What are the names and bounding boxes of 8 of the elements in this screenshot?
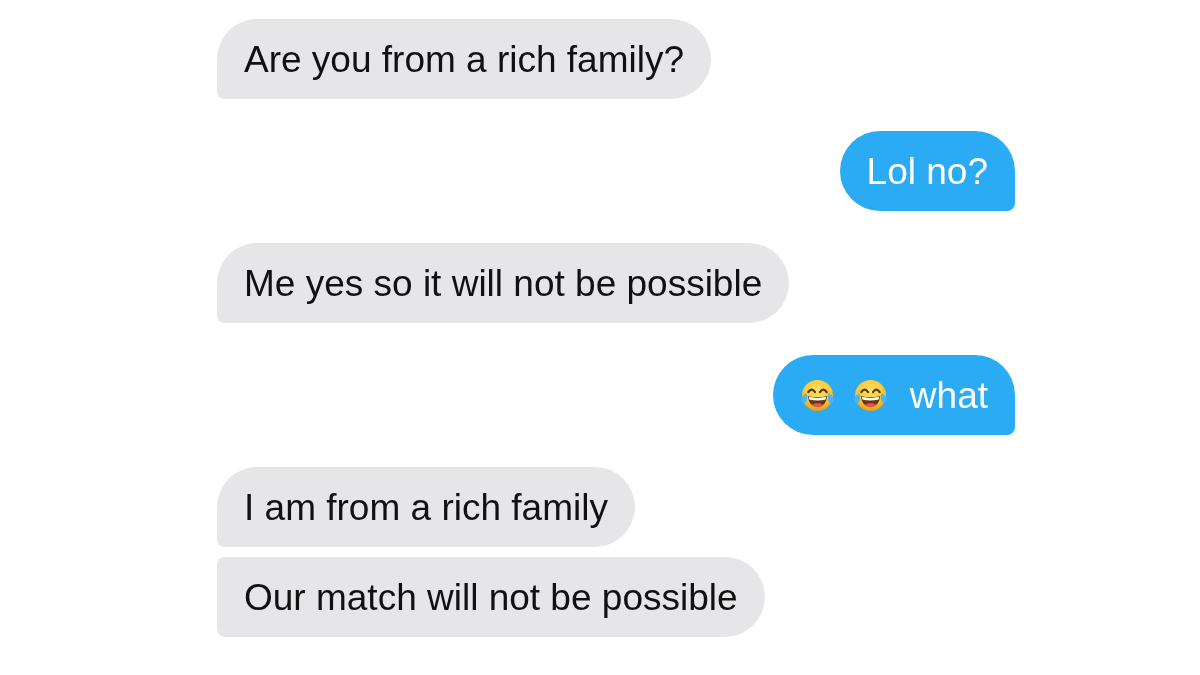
tears-of-joy-emoji-icon <box>852 377 888 413</box>
message-text: I am from a rich family <box>244 488 608 526</box>
message-text: what <box>909 376 988 414</box>
tears-of-joy-emoji-icon <box>799 377 835 413</box>
message-text: Are you from a rich family? <box>244 40 685 78</box>
message-text: Me yes so it will not be possible <box>244 264 763 302</box>
message-text: Lol no? <box>866 152 988 190</box>
message-text: Our match will not be possible <box>244 578 738 616</box>
